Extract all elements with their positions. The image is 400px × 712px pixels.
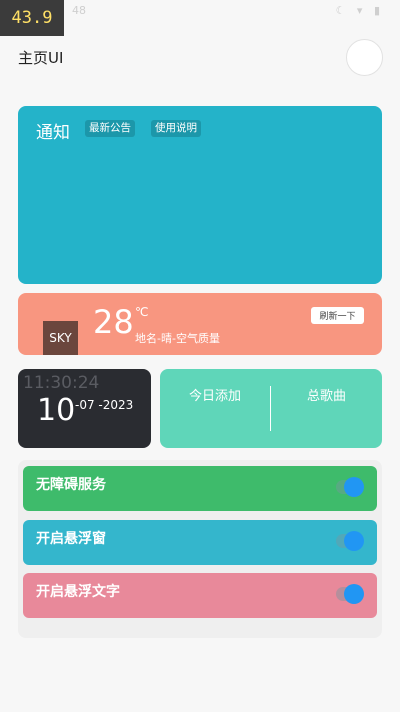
status-bar-icons: ☾ ▾ ▮ (335, 4, 384, 17)
latest-announcement-chip[interactable]: 最新公告 (85, 120, 135, 137)
today-added-button[interactable]: 今日添加 (189, 385, 241, 404)
switch-panel: 无障碍服务 开启悬浮窗 开启悬浮文字 (18, 460, 382, 638)
avatar[interactable] (346, 39, 383, 76)
page-title: 主页UI (18, 49, 64, 67)
notice-title: 通知 (36, 123, 70, 143)
accessibility-service-toggle[interactable] (344, 477, 364, 497)
clock-time: 11:30:24 (23, 373, 100, 393)
floating-window-row[interactable]: 开启悬浮窗 (23, 520, 377, 565)
refresh-button[interactable]: 刷新一下 (311, 307, 364, 324)
temperature-unit: ℃ (135, 305, 149, 319)
floating-window-toggle[interactable] (344, 531, 364, 551)
switch-label: 开启悬浮文字 (36, 584, 120, 600)
usage-instructions-chip[interactable]: 使用说明 (151, 120, 201, 137)
fps-counter: 43.9 (0, 0, 64, 36)
notice-card: 通知 最新公告 使用说明 (18, 106, 382, 284)
stats-divider (270, 386, 271, 431)
stats-card: 今日添加 总歌曲 (160, 369, 382, 448)
status-bar-left-text: 48 (72, 4, 86, 17)
weather-card: SKY 28 ℃ 地名-晴-空气质量 刷新一下 (18, 293, 382, 355)
total-songs-button[interactable]: 总歌曲 (307, 385, 346, 404)
clock-month-year: -07 -2023 (75, 398, 134, 412)
sky-icon: SKY (43, 321, 78, 355)
switch-label: 开启悬浮窗 (36, 531, 106, 547)
floating-text-row[interactable]: 开启悬浮文字 (23, 573, 377, 618)
clock-card: 11:30:24 10 -07 -2023 (18, 369, 151, 448)
accessibility-service-row[interactable]: 无障碍服务 (23, 466, 377, 511)
clock-day: 10 (37, 393, 76, 428)
switch-label: 无障碍服务 (36, 477, 106, 493)
temperature-value: 28 (93, 303, 134, 341)
weather-description: 地名-晴-空气质量 (135, 332, 220, 345)
floating-text-toggle[interactable] (344, 584, 364, 604)
